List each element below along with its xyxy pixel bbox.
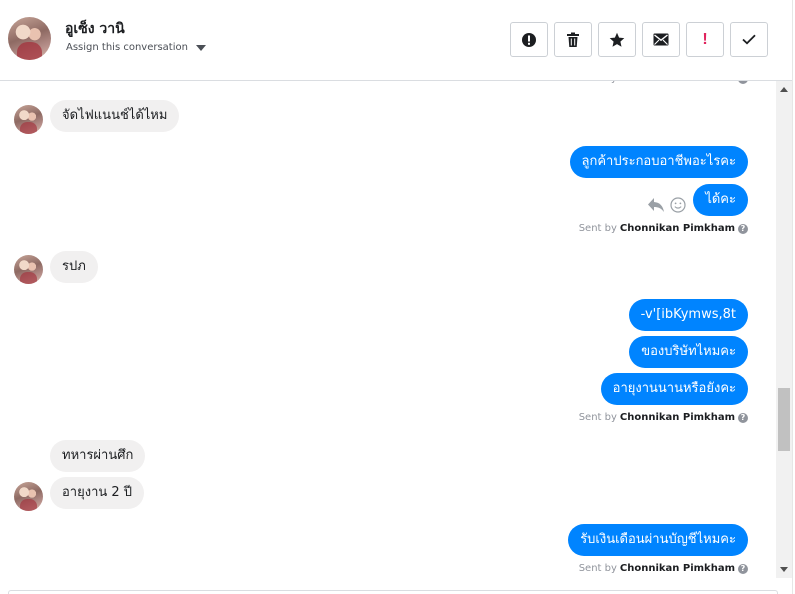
sent-by-label: Sent by Chonnikan Pimkham ? — [579, 412, 748, 423]
message-bubble-incoming[interactable]: ทหารผ่านศึก — [50, 440, 146, 472]
conversation-actions: ! — [510, 22, 768, 57]
contact-avatar-small — [14, 482, 43, 511]
conversation-header: อูเซ็ง วานิ Assign this conversation ! — [0, 0, 795, 81]
exclamation-circle-icon — [521, 32, 537, 48]
message-bubble-incoming[interactable]: อายุงาน 2 ปี — [50, 477, 145, 509]
contact-name[interactable]: อูเซ็ง วานิ — [65, 18, 125, 40]
message-bubble-outgoing[interactable]: ได้คะ — [693, 184, 748, 216]
reply-icon[interactable] — [647, 197, 665, 217]
message-bubble-incoming[interactable]: รปภ — [50, 251, 98, 283]
assign-label: Assign this conversation — [66, 42, 188, 53]
help-icon[interactable]: ? — [738, 223, 748, 234]
scroll-up-arrow-icon[interactable] — [780, 87, 788, 92]
scroll-thumb[interactable] — [778, 388, 790, 451]
sent-by-label: Sent by Chonnikan Pimkham ? — [579, 223, 748, 234]
help-icon[interactable]: ? — [738, 81, 748, 84]
delete-button[interactable] — [554, 22, 592, 57]
sent-by-label: Sent by Chonnikan Pimkham ? — [579, 81, 748, 84]
mark-done-button[interactable] — [730, 22, 768, 57]
message-bubble-outgoing[interactable]: อายุงานนานหรือยังคะ — [600, 373, 748, 405]
contact-avatar[interactable] — [8, 17, 51, 60]
emoji-reaction-icon[interactable] — [670, 197, 686, 217]
star-button[interactable] — [598, 22, 636, 57]
message-bubble-outgoing[interactable]: ลูกค้าประกอบอาชีพอะไรคะ — [569, 146, 748, 178]
message-bubble-outgoing[interactable]: รับเงินเดือนผ่านบัญชีไหมคะ — [568, 524, 748, 556]
help-icon[interactable]: ? — [738, 563, 748, 574]
follow-up-button[interactable]: ! — [686, 22, 724, 57]
message-thread[interactable]: Sent by Chonnikan Pimkham ? จัดไฟแนนช์ได… — [0, 81, 776, 578]
message-tools — [647, 197, 686, 217]
contact-avatar-small — [14, 105, 43, 134]
assign-conversation-dropdown[interactable]: Assign this conversation — [66, 42, 206, 53]
check-icon — [742, 34, 756, 45]
message-bubble-incoming[interactable]: จัดไฟแนนช์ได้ไหม — [50, 100, 180, 132]
caret-down-icon — [195, 44, 206, 51]
contact-avatar-small — [14, 255, 43, 284]
message-bubble-outgoing[interactable]: ของบริษัทไหมคะ — [629, 336, 748, 368]
help-icon[interactable]: ? — [738, 412, 748, 423]
thread-scrollbar[interactable] — [776, 81, 792, 578]
sent-by-label: Sent by Chonnikan Pimkham ? — [579, 563, 748, 574]
star-icon — [609, 32, 625, 48]
mark-unread-button[interactable] — [642, 22, 680, 57]
exclamation-icon: ! — [702, 30, 708, 48]
reply-composer[interactable] — [8, 590, 778, 594]
envelope-icon — [653, 33, 669, 46]
message-bubble-outgoing[interactable]: -v'[ibKymws,8t — [628, 299, 748, 331]
inbox-conversation-view: อูเซ็ง วานิ Assign this conversation ! จ… — [0, 0, 795, 594]
spam-button[interactable] — [510, 22, 548, 57]
trash-icon — [566, 32, 580, 48]
scroll-down-arrow-icon[interactable] — [780, 567, 788, 572]
